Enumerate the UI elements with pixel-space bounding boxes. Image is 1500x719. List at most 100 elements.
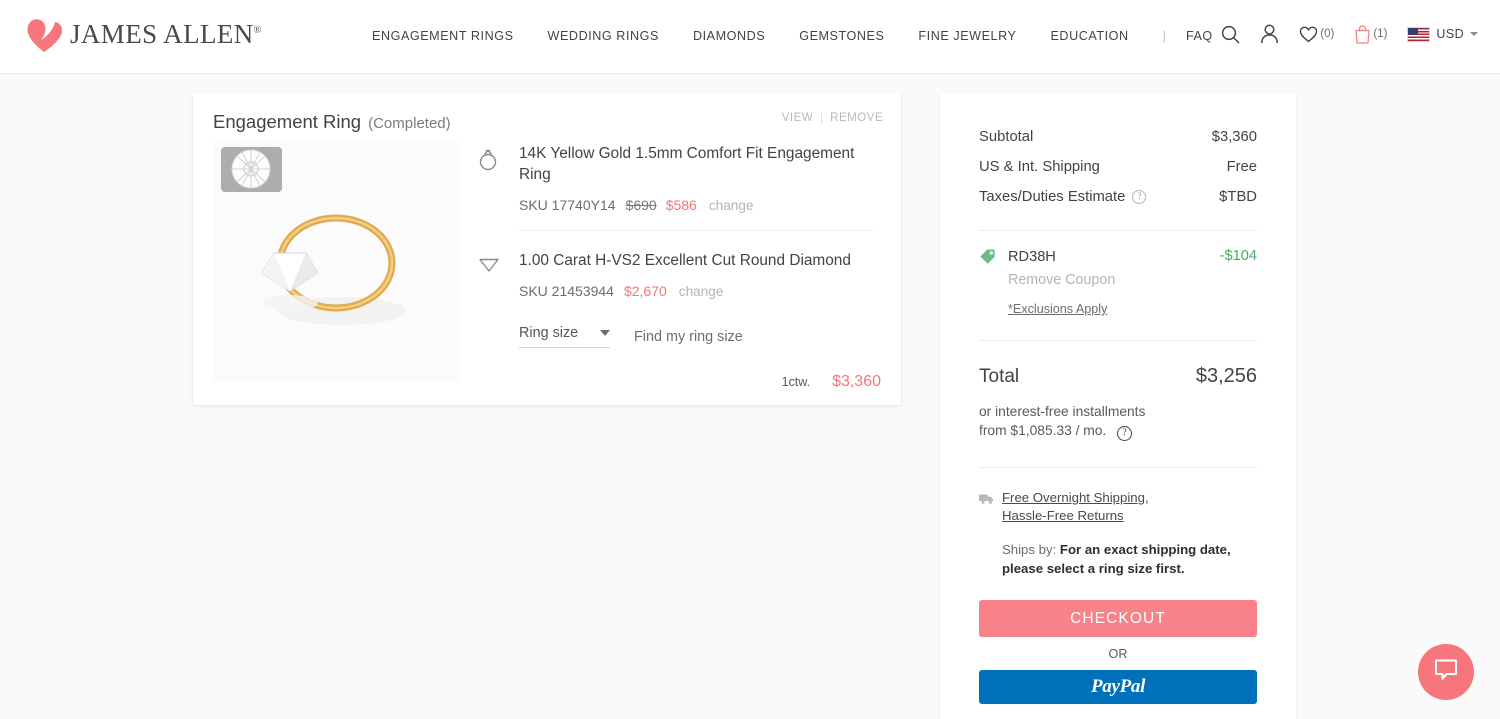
shipping-info-block: Free Overnight Shipping, Hassle-Free Ret… (979, 489, 1257, 525)
installments-line-2: from $1,085.33 / mo. (979, 423, 1107, 438)
installments-text: or interest-free installments from $1,08… (979, 402, 1257, 441)
coupon-amount: -$104 (1219, 248, 1257, 264)
carat-total-weight: 1ctw. (781, 375, 811, 389)
total-label: Total (979, 366, 1020, 387)
coupon-identity: RD38H (979, 248, 1056, 265)
summary-row-taxes: Taxes/Duties Estimate ? $TBD (979, 189, 1257, 205)
ring-size-row: Ring size Find my ring size (519, 325, 878, 348)
subtotal-label: Subtotal (979, 129, 1034, 145)
ring-size-select[interactable]: Ring size (519, 325, 610, 348)
summary-row-subtotal: Subtotal $3,360 (979, 93, 1257, 145)
diamond-price-current: $2,670 (623, 283, 667, 299)
checkout-button[interactable]: CHECKOUT (979, 600, 1257, 637)
wishlist-button[interactable]: (0) (1299, 26, 1334, 43)
ring-price-current: $586 (665, 197, 697, 213)
nav-divider: | (1162, 29, 1166, 43)
or-label: OR (1108, 647, 1128, 661)
diamond-thumbnail[interactable] (221, 147, 282, 192)
currency-label: USD (1436, 27, 1464, 41)
chat-widget-button[interactable] (1418, 644, 1474, 700)
taxes-label: Taxes/Duties Estimate ? (979, 189, 1147, 205)
exclusions-apply-link[interactable]: *Exclusions Apply (1008, 302, 1107, 316)
installments-line-1: or interest-free installments (979, 404, 1146, 419)
truncated-breadcrumb-strip (193, 52, 903, 66)
nav-item-engagement-rings[interactable]: ENGAGEMENT RINGS (372, 29, 514, 43)
card-title: Engagement Ring (213, 111, 362, 132)
chat-bubble-icon (1433, 658, 1459, 687)
ring-item-name: 14K Yellow Gold 1.5mm Comfort Fit Engage… (519, 145, 855, 183)
summary-divider-3 (979, 467, 1257, 468)
subtotal-value: $3,360 (1211, 129, 1257, 145)
ring-product-image[interactable] (214, 141, 460, 382)
paypal-button[interactable]: PayPal (979, 670, 1257, 704)
free-overnight-shipping-link[interactable]: Free Overnight Shipping (1002, 490, 1145, 505)
us-flag-icon (1407, 26, 1431, 42)
card-actions: VIEW | REMOVE (782, 112, 883, 124)
chevron-down-icon (1470, 32, 1478, 36)
ring-icon (478, 147, 504, 173)
nav-item-gemstones[interactable]: GEMSTONES (799, 29, 884, 43)
card-total-price: $3,360 (832, 373, 881, 390)
coupon-top-row: RD38H -$104 (979, 248, 1257, 265)
cart-count: (1) (1373, 28, 1388, 40)
card-item-list: 14K Yellow Gold 1.5mm Comfort Fit Engage… (478, 143, 878, 348)
ring-size-label: Ring size (519, 325, 579, 341)
ships-by-label: Ships by: (1002, 542, 1057, 557)
nav-item-fine-jewelry[interactable]: FINE JEWELRY (918, 29, 1016, 43)
taxes-label-text: Taxes/Duties Estimate (979, 189, 1126, 205)
search-icon[interactable] (1221, 25, 1240, 44)
link-separator: , (1144, 490, 1149, 505)
brand-logo[interactable]: JAMES ALLEN® (24, 14, 262, 54)
remove-coupon-link[interactable]: Remove Coupon (1008, 272, 1257, 288)
total-value: $3,256 (1195, 365, 1257, 387)
help-icon[interactable]: ? (1132, 190, 1147, 204)
ships-by-text: Ships by: For an exact shipping date, pl… (1002, 540, 1257, 578)
nav-item-education[interactable]: EDUCATION (1050, 29, 1128, 43)
engagement-ring-card: Engagement Ring (Completed) VIEW | REMOV… (193, 93, 901, 405)
hassle-free-returns-link[interactable]: Hassle-Free Returns (1002, 508, 1124, 523)
item-divider (519, 230, 873, 231)
header-icons: (0) (1) USD (1201, 24, 1478, 44)
nav-item-wedding-rings[interactable]: WEDDING RINGS (548, 29, 659, 43)
currency-selector[interactable]: USD (1407, 26, 1478, 42)
shipping-links: Free Overnight Shipping, Hassle-Free Ret… (1002, 489, 1257, 525)
shipping-value: Free (1226, 159, 1257, 175)
summary-row-shipping: US & Int. Shipping Free (979, 159, 1257, 175)
card-status: (Completed) (368, 115, 451, 132)
heart-logo-icon (24, 14, 66, 54)
coupon-block: RD38H -$104 Remove Coupon *Exclusions Ap… (979, 231, 1257, 318)
line-item-diamond: 1.00 Carat H-VS2 Excellent Cut Round Dia… (478, 250, 878, 299)
order-summary-panel: Subtotal $3,360 US & Int. Shipping Free … (940, 93, 1296, 719)
help-icon[interactable]: ? (1117, 426, 1133, 441)
ring-change-link[interactable]: change (709, 198, 754, 213)
main-navigation: ENGAGEMENT RINGS WEDDING RINGS DIAMONDS … (372, 29, 1213, 43)
chevron-down-icon (600, 330, 610, 336)
line-item-ring: 14K Yellow Gold 1.5mm Comfort Fit Engage… (478, 143, 878, 213)
wishlist-count: (0) (1320, 28, 1335, 40)
user-icon[interactable] (1260, 24, 1279, 44)
ring-sku: SKU 17740Y14 (519, 197, 616, 213)
cart-button[interactable]: (1) (1354, 24, 1388, 44)
ring-item-meta: SKU 17740Y14 $690 $586 change (519, 197, 878, 213)
brand-name: JAMES ALLEN® (70, 18, 262, 49)
tag-icon (979, 248, 996, 265)
shipping-label: US & Int. Shipping (979, 159, 1100, 175)
ring-price-original: $690 (625, 197, 657, 213)
truck-icon (979, 492, 994, 504)
diamond-change-link[interactable]: change (679, 284, 724, 299)
find-my-ring-size-link[interactable]: Find my ring size (634, 329, 743, 345)
view-link[interactable]: VIEW (782, 112, 813, 124)
total-row: Total $3,256 (979, 341, 1257, 388)
diamond-item-name: 1.00 Carat H-VS2 Excellent Cut Round Dia… (519, 252, 851, 269)
diamond-icon (478, 254, 504, 280)
taxes-value: $TBD (1219, 189, 1257, 205)
actions-divider: | (820, 112, 824, 124)
remove-link[interactable]: REMOVE (830, 112, 883, 124)
card-heading: Engagement Ring (Completed) (213, 111, 451, 133)
diamond-sku: SKU 21453944 (519, 283, 614, 299)
paypal-logo-text: PayPal (1090, 676, 1146, 697)
card-footer-total: 1ctw. $3,360 (782, 373, 881, 391)
coupon-code: RD38H (1008, 248, 1056, 265)
nav-item-diamonds[interactable]: DIAMONDS (693, 29, 765, 43)
registered-mark: ® (253, 24, 262, 36)
